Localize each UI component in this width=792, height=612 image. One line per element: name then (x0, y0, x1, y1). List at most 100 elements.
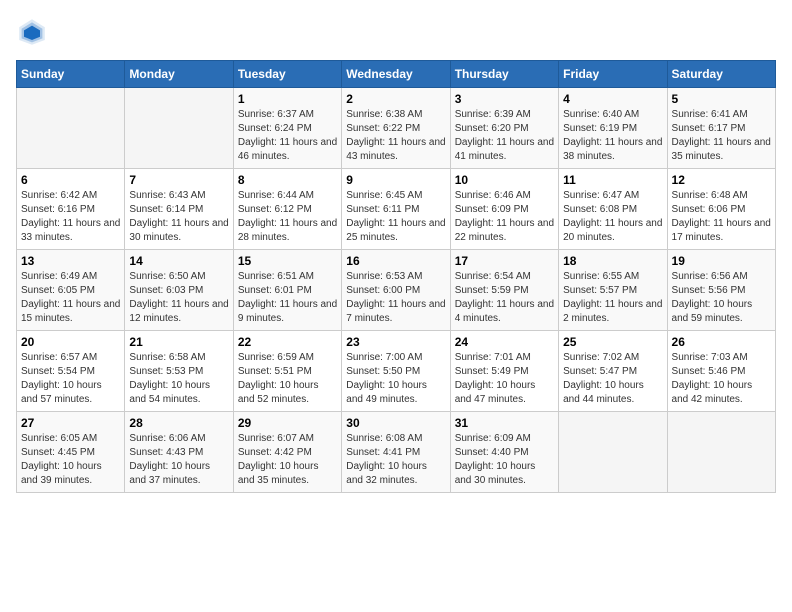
day-header-sunday: Sunday (17, 61, 125, 88)
day-info: Sunrise: 6:50 AMSunset: 6:03 PMDaylight:… (129, 270, 228, 326)
day-number: 6 (21, 173, 120, 187)
calendar-cell: 15 Sunrise: 6:51 AMSunset: 6:01 PMDayligh… (233, 250, 341, 331)
day-info: Sunrise: 6:57 AMSunset: 5:54 PMDaylight:… (21, 351, 120, 407)
day-info: Sunrise: 7:03 AMSunset: 5:46 PMDaylight:… (672, 351, 771, 407)
day-info: Sunrise: 6:59 AMSunset: 5:51 PMDaylight:… (238, 351, 337, 407)
calendar-cell: 27 Sunrise: 6:05 AMSunset: 4:45 PMDayligh… (17, 412, 125, 493)
calendar-cell: 22 Sunrise: 6:59 AMSunset: 5:51 PMDayligh… (233, 331, 341, 412)
calendar-cell: 18 Sunrise: 6:55 AMSunset: 5:57 PMDayligh… (559, 250, 667, 331)
day-info: Sunrise: 6:43 AMSunset: 6:14 PMDaylight:… (129, 189, 228, 245)
day-number: 22 (238, 335, 337, 349)
calendar-cell: 1 Sunrise: 6:37 AMSunset: 6:24 PMDaylight… (233, 88, 341, 169)
day-info: Sunrise: 6:38 AMSunset: 6:22 PMDaylight:… (346, 108, 445, 164)
day-number: 29 (238, 416, 337, 430)
calendar-cell: 24Sunrise: 7:01 AMSunset: 5:49 PMDayligh… (450, 331, 558, 412)
calendar-cell: 21 Sunrise: 6:58 AMSunset: 5:53 PMDayligh… (125, 331, 233, 412)
day-header-saturday: Saturday (667, 61, 775, 88)
calendar-cell: 7 Sunrise: 6:43 AMSunset: 6:14 PMDaylight… (125, 169, 233, 250)
calendar-week-row: 20Sunrise: 6:57 AMSunset: 5:54 PMDayligh… (17, 331, 776, 412)
calendar-cell (125, 88, 233, 169)
day-info: Sunrise: 6:45 AMSunset: 6:11 PMDaylight:… (346, 189, 445, 245)
day-info: Sunrise: 6:48 AMSunset: 6:06 PMDaylight:… (672, 189, 771, 245)
day-number: 8 (238, 173, 337, 187)
calendar-cell (559, 412, 667, 493)
day-number: 13 (21, 254, 120, 268)
calendar-cell: 9 Sunrise: 6:45 AMSunset: 6:11 PMDaylight… (342, 169, 450, 250)
calendar-cell: 26 Sunrise: 7:03 AMSunset: 5:46 PMDayligh… (667, 331, 775, 412)
calendar-cell: 16 Sunrise: 6:53 AMSunset: 6:00 PMDayligh… (342, 250, 450, 331)
day-number: 1 (238, 92, 337, 106)
day-number: 31 (455, 416, 554, 430)
day-number: 12 (672, 173, 771, 187)
calendar-week-row: 13 Sunrise: 6:49 AMSunset: 6:05 PMDayligh… (17, 250, 776, 331)
logo (16, 16, 52, 48)
day-info: Sunrise: 6:05 AMSunset: 4:45 PMDaylight:… (21, 432, 120, 488)
day-header-monday: Monday (125, 61, 233, 88)
calendar-cell: 20Sunrise: 6:57 AMSunset: 5:54 PMDayligh… (17, 331, 125, 412)
calendar-header-row: SundayMondayTuesdayWednesdayThursdayFrid… (17, 61, 776, 88)
day-number: 10 (455, 173, 554, 187)
day-header-friday: Friday (559, 61, 667, 88)
calendar-cell: 23 Sunrise: 7:00 AMSunset: 5:50 PMDayligh… (342, 331, 450, 412)
day-number: 30 (346, 416, 445, 430)
day-info: Sunrise: 6:44 AMSunset: 6:12 PMDaylight:… (238, 189, 337, 245)
day-number: 26 (672, 335, 771, 349)
calendar-cell: 4 Sunrise: 6:40 AMSunset: 6:19 PMDaylight… (559, 88, 667, 169)
day-info: Sunrise: 6:09 AMSunset: 4:40 PMDaylight:… (455, 432, 554, 488)
day-number: 19 (672, 254, 771, 268)
day-info: Sunrise: 6:08 AMSunset: 4:41 PMDaylight:… (346, 432, 445, 488)
day-number: 4 (563, 92, 662, 106)
day-info: Sunrise: 6:58 AMSunset: 5:53 PMDaylight:… (129, 351, 228, 407)
logo-icon (16, 16, 48, 48)
day-header-tuesday: Tuesday (233, 61, 341, 88)
day-number: 18 (563, 254, 662, 268)
calendar-week-row: 1 Sunrise: 6:37 AMSunset: 6:24 PMDaylight… (17, 88, 776, 169)
day-number: 15 (238, 254, 337, 268)
day-info: Sunrise: 6:54 AMSunset: 5:59 PMDaylight:… (455, 270, 554, 326)
calendar-cell: 12 Sunrise: 6:48 AMSunset: 6:06 PMDayligh… (667, 169, 775, 250)
day-info: Sunrise: 6:49 AMSunset: 6:05 PMDaylight:… (21, 270, 120, 326)
day-info: Sunrise: 6:51 AMSunset: 6:01 PMDaylight:… (238, 270, 337, 326)
page-header (16, 16, 776, 48)
day-number: 2 (346, 92, 445, 106)
day-number: 9 (346, 173, 445, 187)
day-number: 23 (346, 335, 445, 349)
day-info: Sunrise: 7:00 AMSunset: 5:50 PMDaylight:… (346, 351, 445, 407)
day-info: Sunrise: 6:47 AMSunset: 6:08 PMDaylight:… (563, 189, 662, 245)
calendar-cell: 29Sunrise: 6:07 AMSunset: 4:42 PMDayligh… (233, 412, 341, 493)
day-info: Sunrise: 6:39 AMSunset: 6:20 PMDaylight:… (455, 108, 554, 164)
day-number: 11 (563, 173, 662, 187)
calendar-cell: 2 Sunrise: 6:38 AMSunset: 6:22 PMDaylight… (342, 88, 450, 169)
calendar-cell (17, 88, 125, 169)
calendar-cell: 13 Sunrise: 6:49 AMSunset: 6:05 PMDayligh… (17, 250, 125, 331)
day-number: 16 (346, 254, 445, 268)
day-info: Sunrise: 7:02 AMSunset: 5:47 PMDaylight:… (563, 351, 662, 407)
calendar-cell: 28 Sunrise: 6:06 AMSunset: 4:43 PMDayligh… (125, 412, 233, 493)
day-info: Sunrise: 6:41 AMSunset: 6:17 PMDaylight:… (672, 108, 771, 164)
calendar-week-row: 27 Sunrise: 6:05 AMSunset: 4:45 PMDayligh… (17, 412, 776, 493)
calendar-cell: 6 Sunrise: 6:42 AMSunset: 6:16 PMDaylight… (17, 169, 125, 250)
day-number: 14 (129, 254, 228, 268)
day-header-wednesday: Wednesday (342, 61, 450, 88)
calendar-cell (667, 412, 775, 493)
calendar-cell: 31 Sunrise: 6:09 AMSunset: 4:40 PMDayligh… (450, 412, 558, 493)
day-number: 21 (129, 335, 228, 349)
calendar-cell: 25 Sunrise: 7:02 AMSunset: 5:47 PMDayligh… (559, 331, 667, 412)
day-number: 28 (129, 416, 228, 430)
day-number: 3 (455, 92, 554, 106)
calendar-cell: 14 Sunrise: 6:50 AMSunset: 6:03 PMDayligh… (125, 250, 233, 331)
day-number: 7 (129, 173, 228, 187)
day-info: Sunrise: 6:37 AMSunset: 6:24 PMDaylight:… (238, 108, 337, 164)
day-number: 25 (563, 335, 662, 349)
calendar-cell: 3 Sunrise: 6:39 AMSunset: 6:20 PMDaylight… (450, 88, 558, 169)
day-number: 27 (21, 416, 120, 430)
calendar-cell: 17Sunrise: 6:54 AMSunset: 5:59 PMDayligh… (450, 250, 558, 331)
day-info: Sunrise: 6:40 AMSunset: 6:19 PMDaylight:… (563, 108, 662, 164)
day-info: Sunrise: 6:55 AMSunset: 5:57 PMDaylight:… (563, 270, 662, 326)
day-info: Sunrise: 6:46 AMSunset: 6:09 PMDaylight:… (455, 189, 554, 245)
day-info: Sunrise: 6:06 AMSunset: 4:43 PMDaylight:… (129, 432, 228, 488)
calendar-table: SundayMondayTuesdayWednesdayThursdayFrid… (16, 60, 776, 493)
day-info: Sunrise: 6:42 AMSunset: 6:16 PMDaylight:… (21, 189, 120, 245)
calendar-cell: 19Sunrise: 6:56 AMSunset: 5:56 PMDayligh… (667, 250, 775, 331)
day-info: Sunrise: 6:53 AMSunset: 6:00 PMDaylight:… (346, 270, 445, 326)
